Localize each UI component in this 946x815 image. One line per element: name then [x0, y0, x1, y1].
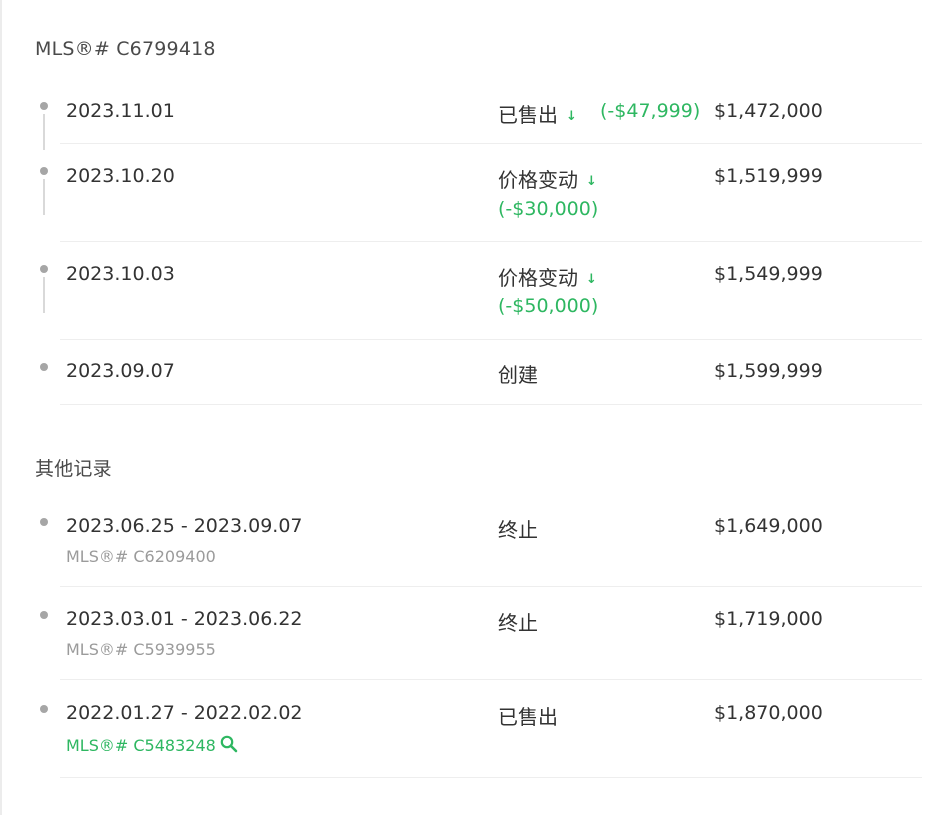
arrow-down-icon: ↓ [566, 109, 577, 124]
record-mls-number: MLS®# C5939955 [66, 640, 216, 659]
price-change: (-$47,999) [600, 100, 701, 122]
row-divider [60, 339, 922, 340]
history-date: 2023.09.07 [66, 360, 175, 382]
row-divider [60, 777, 922, 778]
record-mls-number: MLS®# C6209400 [66, 547, 216, 566]
timeline-connector [43, 114, 45, 150]
history-event: 已售出 ↓ [498, 99, 577, 128]
record-event: 已售出 [498, 705, 558, 729]
history-price: $1,549,999 [714, 263, 823, 285]
record-event: 终止 [498, 518, 538, 542]
timeline-connector [43, 179, 45, 215]
history-date: 2023.10.20 [66, 165, 175, 187]
price-change: (-$30,000) [498, 198, 599, 220]
timeline-dot [40, 102, 48, 110]
arrow-down-icon: ↓ [586, 272, 597, 287]
current-mls-number: MLS®# C6799418 [35, 38, 216, 60]
history-event: 价格变动 ↓ [498, 262, 597, 291]
other-records-title: 其他记录 [35, 458, 112, 480]
timeline-dot [40, 265, 48, 273]
panel-left-border [0, 0, 2, 815]
timeline-connector [43, 277, 45, 313]
record-price: $1,870,000 [714, 702, 823, 724]
record-price: $1,649,000 [714, 515, 823, 537]
record-mls-number[interactable]: MLS®# C5483248 [66, 736, 216, 755]
history-event-label: 价格变动 [498, 266, 578, 290]
history-price: $1,519,999 [714, 165, 823, 187]
search-icon[interactable] [220, 735, 238, 757]
record-mls-link[interactable]: MLS®# C5483248 [66, 735, 238, 757]
history-event-label: 价格变动 [498, 168, 578, 192]
history-price: $1,472,000 [714, 100, 823, 122]
timeline-dot [40, 167, 48, 175]
history-date: 2023.10.03 [66, 263, 175, 285]
timeline-dot [40, 611, 48, 619]
history-event-label: 创建 [498, 363, 538, 387]
row-divider [60, 143, 922, 144]
history-event: 创建 [498, 359, 538, 388]
price-change: (-$50,000) [498, 295, 599, 317]
row-divider [60, 586, 922, 587]
record-event: 终止 [498, 611, 538, 635]
record-date-range: 2023.06.25 - 2023.09.07 [66, 515, 303, 537]
history-event: 价格变动 ↓ [498, 164, 597, 193]
record-price: $1,719,000 [714, 608, 823, 630]
history-event-label: 已售出 [498, 103, 558, 127]
record-date-range: 2023.03.01 - 2023.06.22 [66, 608, 303, 630]
timeline-dot [40, 363, 48, 371]
row-divider [60, 404, 922, 405]
row-divider [60, 679, 922, 680]
history-date: 2023.11.01 [66, 100, 175, 122]
record-date-range: 2022.01.27 - 2022.02.02 [66, 702, 303, 724]
row-divider [60, 241, 922, 242]
history-price: $1,599,999 [714, 360, 823, 382]
timeline-dot [40, 705, 48, 713]
timeline-dot [40, 518, 48, 526]
arrow-down-icon: ↓ [586, 174, 597, 189]
